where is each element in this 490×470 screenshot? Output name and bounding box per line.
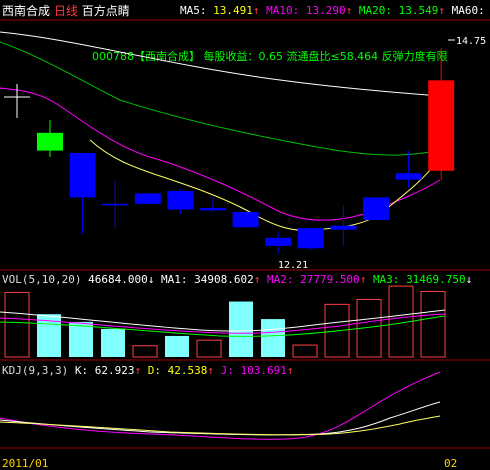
volume-bar[interactable]: [196, 339, 222, 358]
volume-bar[interactable]: [69, 321, 93, 357]
low-price-label: 12.21: [278, 260, 308, 271]
kdj-k-line: [0, 401, 441, 436]
candle-body[interactable]: [200, 207, 226, 211]
high-price-label: 14.75: [456, 36, 486, 47]
kdj-d-line: [0, 415, 441, 436]
candle-body[interactable]: [265, 237, 292, 246]
candle-body[interactable]: [363, 197, 389, 221]
ma20-line: [0, 41, 446, 156]
candle-body[interactable]: [37, 132, 63, 151]
volume-bar[interactable]: [101, 328, 125, 357]
volume-bar[interactable]: [132, 345, 158, 358]
candlestick-series: [37, 48, 455, 254]
candle-body[interactable]: [330, 225, 357, 230]
volume-bar[interactable]: [261, 319, 285, 357]
date-axis-end: 02: [444, 457, 458, 470]
date-axis-start: 2011/01: [2, 457, 49, 470]
candle-body[interactable]: [102, 203, 129, 206]
volume-series: [4, 285, 446, 358]
volume-bar[interactable]: [165, 335, 189, 357]
candle-body[interactable]: [232, 211, 259, 228]
volume-bar[interactable]: [420, 290, 446, 358]
candle-body[interactable]: [134, 193, 161, 204]
volume-bar[interactable]: [292, 344, 318, 358]
candle-body[interactable]: [69, 153, 96, 198]
ma60-line: [0, 31, 441, 97]
candle-body[interactable]: [167, 190, 194, 210]
candle-body[interactable]: [428, 80, 455, 171]
stock-chart[interactable]: 14.75 12.21: [0, 0, 490, 470]
candle-body[interactable]: [297, 228, 324, 249]
volume-bar[interactable]: [229, 301, 253, 357]
vol-ma2-line: [0, 313, 446, 334]
candle-body[interactable]: [395, 173, 422, 180]
volume-bar[interactable]: [4, 291, 30, 358]
